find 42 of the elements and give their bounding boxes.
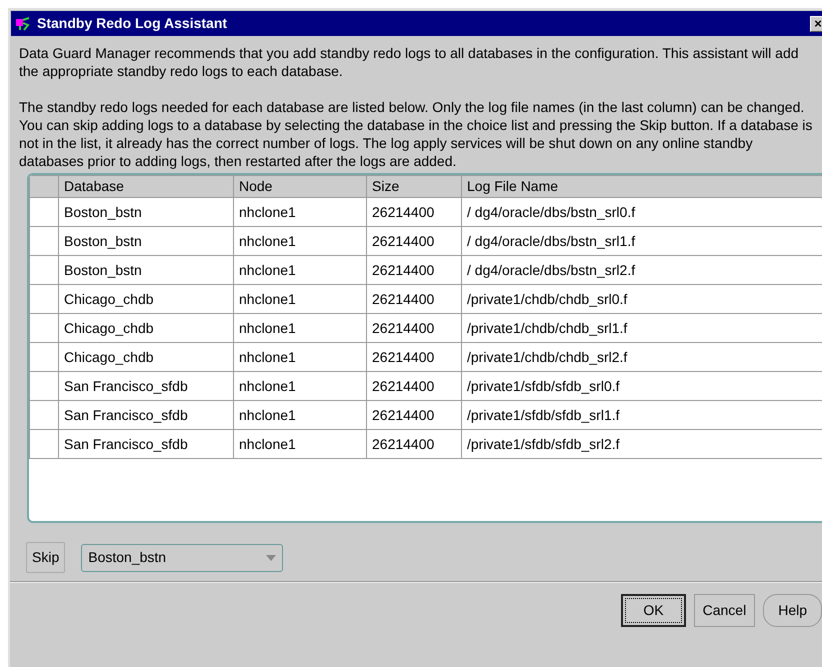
table-cell: nhclone1 bbox=[234, 256, 366, 284]
table-cell: San Francisco_sfdb bbox=[58, 400, 234, 430]
dialog-button[interactable]: OK bbox=[621, 594, 686, 627]
table-cell: nhclone1 bbox=[234, 400, 366, 430]
table-cell: nhclone1 bbox=[234, 430, 366, 458]
table-cell: San Francisco_sfdb bbox=[58, 372, 234, 400]
table-cell: Chicago_chdb bbox=[58, 284, 234, 314]
table-cell: nhclone1 bbox=[234, 284, 366, 314]
dropdown-arrow-icon bbox=[266, 554, 276, 560]
table-cell: nhclone1 bbox=[234, 372, 366, 400]
table-cell: nhclone1 bbox=[234, 314, 366, 342]
column-header[interactable]: Size bbox=[366, 176, 462, 198]
table-cell: nhclone1 bbox=[234, 198, 366, 226]
table-cell: 26214400 bbox=[366, 256, 462, 284]
database-dropdown[interactable]: Boston_bstn bbox=[81, 544, 284, 572]
window-title: Standby Redo Log Assistant bbox=[37, 14, 228, 33]
table-cell: Boston_bstn bbox=[58, 198, 234, 226]
table-cell: 26214400 bbox=[366, 314, 462, 342]
description-paragraph: Data Guard Manager recommends that you add standby redo logs to all databases in the configuration. This assistant will add the appropriate standby redo logs to each database. bbox=[19, 44, 800, 80]
table-cell: nhclone1 bbox=[234, 342, 366, 372]
close-button[interactable]: × bbox=[810, 16, 822, 32]
table-cell: Chicago_chdb bbox=[58, 342, 234, 372]
table-cell: 26214400 bbox=[366, 284, 462, 314]
dialog-button[interactable]: Cancel bbox=[694, 594, 756, 627]
table-cell: nhclone1 bbox=[234, 226, 366, 256]
table-cell: 26214400 bbox=[366, 342, 462, 372]
column-header[interactable]: Database bbox=[58, 176, 234, 198]
table-cell: Chicago_chdb bbox=[58, 314, 234, 342]
table-cell: Boston_bstn bbox=[58, 226, 234, 256]
table-cell: Boston_bstn bbox=[58, 256, 234, 284]
table-cell: 26214400 bbox=[366, 372, 462, 400]
description-paragraph: The standby redo logs needed for each database are listed below. Only the log file names (in the last column) can be changed. You can skip adding logs to a database by selecting the database in the choice list and pressing the Skip button. If a database is not in the list, it already has the correct number of logs. The log apply services will be shut down on any online standby databases prior to adding logs, then restarted after the logs are added. bbox=[19, 98, 814, 170]
table-cell: 26214400 bbox=[366, 430, 462, 458]
skip-button[interactable]: Skip bbox=[26, 542, 66, 573]
table-cell: San Francisco_sfdb bbox=[58, 430, 234, 458]
column-header[interactable]: Log File Name bbox=[462, 176, 822, 198]
table-cell: 26214400 bbox=[366, 400, 462, 430]
dialog-button[interactable]: Help bbox=[763, 594, 822, 627]
app-icon bbox=[14, 16, 32, 32]
table-cell: 26214400 bbox=[366, 226, 462, 256]
column-header[interactable]: Node bbox=[234, 176, 366, 198]
table-cell: 26214400 bbox=[366, 198, 462, 226]
